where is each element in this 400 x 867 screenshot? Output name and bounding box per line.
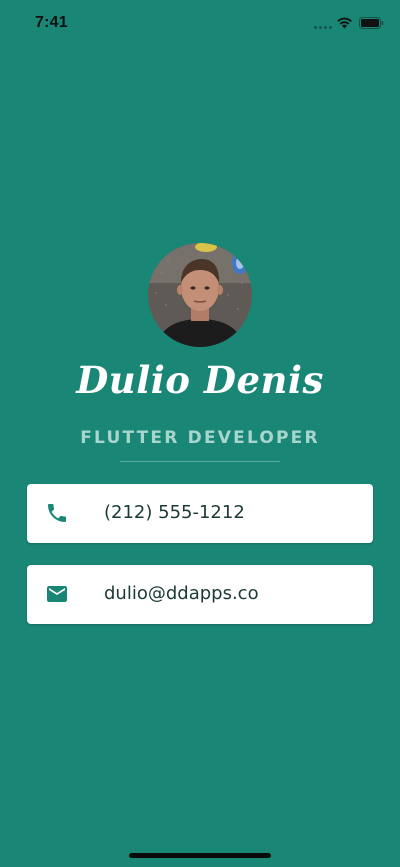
email-icon <box>47 586 67 602</box>
wifi-icon <box>337 17 352 29</box>
home-indicator[interactable] <box>129 853 271 858</box>
status-bar: 7:41 <box>0 0 400 44</box>
phone-card[interactable]: (212) 555-1212 <box>27 484 373 543</box>
profile-title: FLUTTER DEVELOPER <box>80 428 320 448</box>
status-time: 7:41 <box>35 14 68 31</box>
battery-icon <box>359 17 384 29</box>
phone-number: (212) 555-1212 <box>104 502 245 523</box>
email-address: dulio@ddapps.co <box>104 583 259 604</box>
divider <box>120 461 280 462</box>
avatar <box>148 243 252 347</box>
phone-icon <box>48 504 66 522</box>
profile-name: Dulio Denis <box>76 358 324 402</box>
signal-icon <box>314 26 332 29</box>
email-card[interactable]: dulio@ddapps.co <box>27 565 373 624</box>
